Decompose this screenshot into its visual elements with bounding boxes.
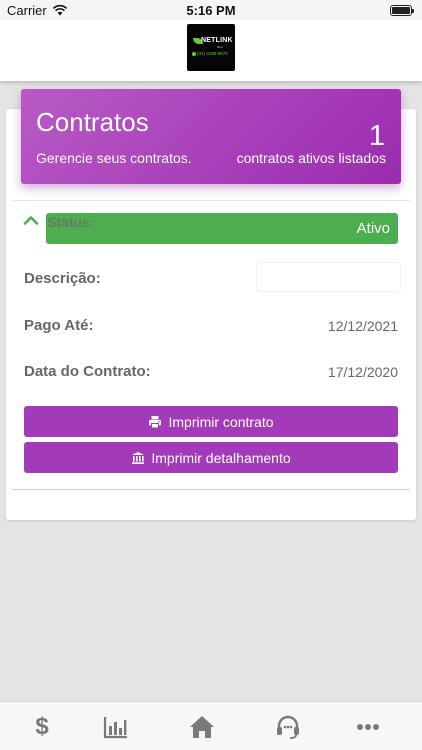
nav-item-usage[interactable]: [74, 702, 158, 750]
app-header: NETLINK fibra (34) 3199-9870: [0, 20, 422, 81]
battery-icon: [390, 5, 414, 16]
nav-item-more[interactable]: [326, 702, 410, 750]
dollar-icon: $: [35, 712, 49, 740]
contract-date-label: Data do Contrato:: [24, 363, 151, 380]
contract-item: Status: Ativo Descrição: Pago Até: 12/12…: [12, 200, 410, 490]
ios-status-bar: Carrier 5:16 PM: [0, 0, 422, 20]
page-subtitle: Gerencie seus contratos.: [36, 150, 192, 166]
status-label: Status:: [47, 214, 95, 230]
print-detail-label: Imprimir detalhamento: [151, 449, 291, 466]
nav-item-home[interactable]: [160, 702, 244, 750]
contracts-banner: Contratos Gerencie seus contratos. 1 con…: [21, 89, 401, 184]
chevron-up-icon[interactable]: [23, 215, 39, 225]
active-contracts-label: contratos ativos listados: [236, 150, 386, 166]
status-value: Ativo: [356, 220, 390, 237]
logo-phone: (34) 3199-9870: [197, 51, 228, 56]
nav-item-finance[interactable]: $: [0, 702, 84, 750]
logo-sub: fibra: [217, 45, 223, 49]
headset-icon: [277, 715, 299, 739]
bank-icon: [132, 451, 145, 464]
page-title: Contratos: [36, 107, 149, 137]
description-label: Descrição:: [24, 270, 101, 287]
contract-date-value: 17/12/2020: [327, 364, 398, 380]
nav-item-support[interactable]: [246, 702, 330, 750]
clock-label: 5:16 PM: [186, 3, 236, 18]
more-icon: [357, 723, 379, 730]
paid-until-label: Pago Até:: [24, 317, 94, 334]
print-contract-button[interactable]: Imprimir contrato: [24, 406, 398, 437]
home-icon: [190, 715, 214, 738]
printer-icon: [149, 415, 162, 428]
bottom-navigation: $: [0, 701, 422, 750]
netlink-logo: NETLINK fibra (34) 3199-9870: [187, 24, 235, 71]
paid-until-value: 12/12/2021: [327, 318, 398, 334]
active-contracts-count: 1: [368, 120, 385, 152]
bar-chart-icon: [103, 716, 127, 738]
description-field[interactable]: [257, 263, 400, 291]
status-badge: Status: Ativo: [46, 213, 398, 244]
logo-brand: NETLINK: [201, 37, 233, 44]
phone-dot-icon: [192, 52, 196, 56]
print-detail-button[interactable]: Imprimir detalhamento: [24, 442, 398, 473]
print-contract-label: Imprimir contrato: [168, 413, 274, 430]
